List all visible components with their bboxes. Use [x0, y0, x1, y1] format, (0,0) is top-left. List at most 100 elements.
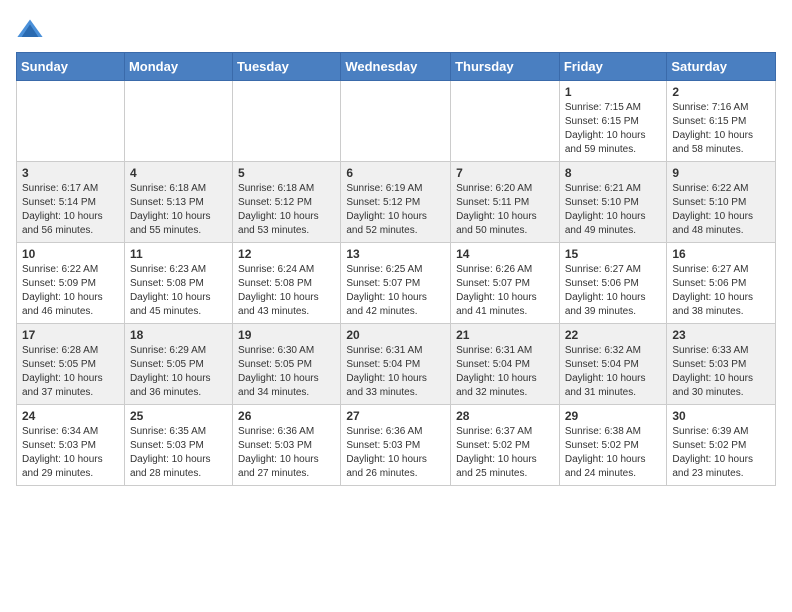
- calendar-day-cell: 4 Sunrise: 6:18 AM Sunset: 5:13 PM Daylig…: [124, 162, 232, 243]
- day-info: Sunrise: 6:27 AM Sunset: 5:06 PM Dayligh…: [672, 263, 770, 319]
- day-number: 8: [565, 166, 662, 180]
- calendar-day-cell: 24 Sunrise: 6:34 AM Sunset: 5:03 PM Dayli…: [17, 405, 125, 486]
- day-number: 25: [130, 409, 227, 423]
- day-info: Sunrise: 7:16 AM Sunset: 6:15 PM Dayligh…: [672, 101, 770, 157]
- calendar-day-cell: 13 Sunrise: 6:25 AM Sunset: 5:07 PM Dayli…: [341, 243, 451, 324]
- day-number: 24: [22, 409, 119, 423]
- calendar-day-cell: [124, 81, 232, 162]
- day-number: 13: [346, 247, 445, 261]
- day-info: Sunrise: 6:38 AM Sunset: 5:02 PM Dayligh…: [565, 425, 662, 481]
- day-info: Sunrise: 6:37 AM Sunset: 5:02 PM Dayligh…: [456, 425, 554, 481]
- calendar-day-cell: 12 Sunrise: 6:24 AM Sunset: 5:08 PM Dayli…: [233, 243, 341, 324]
- day-info: Sunrise: 6:28 AM Sunset: 5:05 PM Dayligh…: [22, 344, 119, 400]
- day-number: 11: [130, 247, 227, 261]
- day-info: Sunrise: 6:34 AM Sunset: 5:03 PM Dayligh…: [22, 425, 119, 481]
- calendar-day-cell: 2 Sunrise: 7:16 AM Sunset: 6:15 PM Daylig…: [667, 81, 776, 162]
- calendar-day-cell: 19Sunrise: 6:30 AM Sunset: 5:05 PM Dayli…: [233, 324, 341, 405]
- day-number: 21: [456, 328, 554, 342]
- calendar-day-cell: 7Sunrise: 6:20 AM Sunset: 5:11 PM Daylig…: [451, 162, 560, 243]
- day-info: Sunrise: 6:20 AM Sunset: 5:11 PM Dayligh…: [456, 182, 554, 238]
- calendar-day-cell: 29 Sunrise: 6:38 AM Sunset: 5:02 PM Dayli…: [559, 405, 667, 486]
- day-number: 10: [22, 247, 119, 261]
- calendar-week-row: 1Sunrise: 7:15 AM Sunset: 6:15 PM Daylig…: [17, 81, 776, 162]
- day-number: 17: [22, 328, 119, 342]
- page-header: [16, 16, 776, 44]
- calendar-day-cell: 11 Sunrise: 6:23 AM Sunset: 5:08 PM Dayli…: [124, 243, 232, 324]
- day-number: 28: [456, 409, 554, 423]
- day-info: Sunrise: 6:18 AM Sunset: 5:12 PM Dayligh…: [238, 182, 335, 238]
- day-number: 4: [130, 166, 227, 180]
- day-of-week-header: Sunday: [17, 53, 125, 81]
- day-info: Sunrise: 6:21 AM Sunset: 5:10 PM Dayligh…: [565, 182, 662, 238]
- day-number: 14: [456, 247, 554, 261]
- calendar-day-cell: 16 Sunrise: 6:27 AM Sunset: 5:06 PM Dayli…: [667, 243, 776, 324]
- day-number: 30: [672, 409, 770, 423]
- day-of-week-header: Monday: [124, 53, 232, 81]
- calendar-day-cell: 27 Sunrise: 6:36 AM Sunset: 5:03 PM Dayli…: [341, 405, 451, 486]
- day-number: 23: [672, 328, 770, 342]
- day-info: Sunrise: 6:30 AM Sunset: 5:05 PM Dayligh…: [238, 344, 335, 400]
- day-of-week-header: Saturday: [667, 53, 776, 81]
- day-info: Sunrise: 6:36 AM Sunset: 5:03 PM Dayligh…: [346, 425, 445, 481]
- day-info: Sunrise: 6:25 AM Sunset: 5:07 PM Dayligh…: [346, 263, 445, 319]
- day-number: 6: [346, 166, 445, 180]
- calendar-day-cell: 26 Sunrise: 6:36 AM Sunset: 5:03 PM Dayli…: [233, 405, 341, 486]
- calendar-day-cell: 20Sunrise: 6:31 AM Sunset: 5:04 PM Dayli…: [341, 324, 451, 405]
- day-info: Sunrise: 6:24 AM Sunset: 5:08 PM Dayligh…: [238, 263, 335, 319]
- day-info: Sunrise: 6:35 AM Sunset: 5:03 PM Dayligh…: [130, 425, 227, 481]
- calendar-day-cell: 6 Sunrise: 6:19 AM Sunset: 5:12 PM Daylig…: [341, 162, 451, 243]
- day-number: 29: [565, 409, 662, 423]
- day-number: 26: [238, 409, 335, 423]
- day-info: Sunrise: 6:31 AM Sunset: 5:04 PM Dayligh…: [346, 344, 445, 400]
- day-info: Sunrise: 6:26 AM Sunset: 5:07 PM Dayligh…: [456, 263, 554, 319]
- day-info: Sunrise: 6:22 AM Sunset: 5:10 PM Dayligh…: [672, 182, 770, 238]
- logo: [16, 16, 48, 44]
- day-number: 16: [672, 247, 770, 261]
- calendar-day-cell: 9 Sunrise: 6:22 AM Sunset: 5:10 PM Daylig…: [667, 162, 776, 243]
- calendar-day-cell: [17, 81, 125, 162]
- day-info: Sunrise: 6:23 AM Sunset: 5:08 PM Dayligh…: [130, 263, 227, 319]
- calendar-day-cell: 14 Sunrise: 6:26 AM Sunset: 5:07 PM Dayli…: [451, 243, 560, 324]
- day-number: 12: [238, 247, 335, 261]
- day-number: 2: [672, 85, 770, 99]
- calendar-week-row: 24 Sunrise: 6:34 AM Sunset: 5:03 PM Dayli…: [17, 405, 776, 486]
- calendar-day-cell: [341, 81, 451, 162]
- day-info: Sunrise: 6:36 AM Sunset: 5:03 PM Dayligh…: [238, 425, 335, 481]
- calendar-day-cell: 21 Sunrise: 6:31 AM Sunset: 5:04 PM Dayli…: [451, 324, 560, 405]
- day-info: Sunrise: 6:27 AM Sunset: 5:06 PM Dayligh…: [565, 263, 662, 319]
- calendar-day-cell: 3 Sunrise: 6:17 AM Sunset: 5:14 PM Daylig…: [17, 162, 125, 243]
- day-number: 3: [22, 166, 119, 180]
- calendar-day-cell: [451, 81, 560, 162]
- calendar-day-cell: 25 Sunrise: 6:35 AM Sunset: 5:03 PM Dayli…: [124, 405, 232, 486]
- calendar-day-cell: 18 Sunrise: 6:29 AM Sunset: 5:05 PM Dayli…: [124, 324, 232, 405]
- day-info: Sunrise: 6:19 AM Sunset: 5:12 PM Dayligh…: [346, 182, 445, 238]
- day-number: 27: [346, 409, 445, 423]
- calendar-day-cell: 28 Sunrise: 6:37 AM Sunset: 5:02 PM Dayli…: [451, 405, 560, 486]
- calendar-week-row: 17 Sunrise: 6:28 AM Sunset: 5:05 PM Dayli…: [17, 324, 776, 405]
- calendar-day-cell: 30 Sunrise: 6:39 AM Sunset: 5:02 PM Dayli…: [667, 405, 776, 486]
- day-number: 9: [672, 166, 770, 180]
- day-of-week-header: Tuesday: [233, 53, 341, 81]
- calendar-table: SundayMondayTuesdayWednesdayThursdayFrid…: [16, 52, 776, 486]
- day-info: Sunrise: 6:17 AM Sunset: 5:14 PM Dayligh…: [22, 182, 119, 238]
- calendar-header-row: SundayMondayTuesdayWednesdayThursdayFrid…: [17, 53, 776, 81]
- logo-icon: [16, 16, 44, 44]
- day-info: Sunrise: 6:32 AM Sunset: 5:04 PM Dayligh…: [565, 344, 662, 400]
- day-info: Sunrise: 6:22 AM Sunset: 5:09 PM Dayligh…: [22, 263, 119, 319]
- day-info: Sunrise: 6:39 AM Sunset: 5:02 PM Dayligh…: [672, 425, 770, 481]
- calendar-day-cell: 10 Sunrise: 6:22 AM Sunset: 5:09 PM Dayli…: [17, 243, 125, 324]
- calendar-day-cell: 8 Sunrise: 6:21 AM Sunset: 5:10 PM Daylig…: [559, 162, 667, 243]
- calendar-day-cell: 5Sunrise: 6:18 AM Sunset: 5:12 PM Daylig…: [233, 162, 341, 243]
- calendar-week-row: 3 Sunrise: 6:17 AM Sunset: 5:14 PM Daylig…: [17, 162, 776, 243]
- day-number: 22: [565, 328, 662, 342]
- calendar-day-cell: 22 Sunrise: 6:32 AM Sunset: 5:04 PM Dayli…: [559, 324, 667, 405]
- day-info: Sunrise: 6:31 AM Sunset: 5:04 PM Dayligh…: [456, 344, 554, 400]
- day-info: Sunrise: 6:18 AM Sunset: 5:13 PM Dayligh…: [130, 182, 227, 238]
- calendar-day-cell: 15Sunrise: 6:27 AM Sunset: 5:06 PM Dayli…: [559, 243, 667, 324]
- day-info: Sunrise: 7:15 AM Sunset: 6:15 PM Dayligh…: [565, 101, 662, 157]
- day-of-week-header: Thursday: [451, 53, 560, 81]
- day-info: Sunrise: 6:29 AM Sunset: 5:05 PM Dayligh…: [130, 344, 227, 400]
- calendar-day-cell: 17 Sunrise: 6:28 AM Sunset: 5:05 PM Dayli…: [17, 324, 125, 405]
- day-number: 18: [130, 328, 227, 342]
- day-of-week-header: Friday: [559, 53, 667, 81]
